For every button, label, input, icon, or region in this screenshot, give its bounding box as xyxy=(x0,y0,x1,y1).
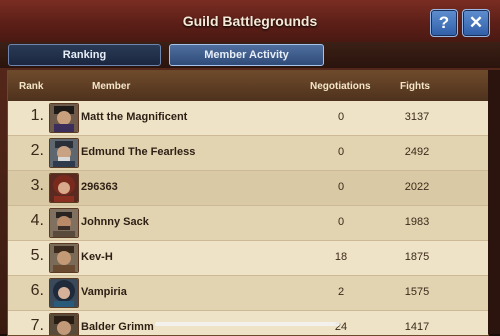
avatar xyxy=(49,173,79,203)
avatar xyxy=(49,138,79,168)
member-name: Edmund The Fearless xyxy=(81,146,196,158)
dialog-title: Guild Battlegrounds xyxy=(182,13,318,29)
fights-value: 3137 xyxy=(404,111,430,123)
tab-bar: Ranking Member Activity xyxy=(0,42,500,68)
negotiations-value: 0 xyxy=(337,216,345,228)
member-name: Vampiria xyxy=(81,286,127,298)
avatar xyxy=(49,313,79,335)
negotiations-value: 0 xyxy=(337,146,345,158)
fights-value: 1875 xyxy=(404,251,430,263)
avatar xyxy=(49,208,79,238)
table-row[interactable]: 4. Johnny Sack 0 1983 xyxy=(8,206,488,241)
rank-number: 5. xyxy=(30,247,44,264)
fights-value: 2022 xyxy=(404,181,430,193)
tab-member-activity[interactable]: Member Activity xyxy=(169,44,324,66)
avatar xyxy=(49,103,79,133)
column-header-rank: Rank xyxy=(19,81,44,92)
fights-value: 1575 xyxy=(404,286,430,298)
table-row[interactable]: 2. Edmund The Fearless 0 2492 xyxy=(8,136,488,171)
member-name: Johnny Sack xyxy=(81,216,149,228)
avatar xyxy=(49,278,79,308)
negotiations-value: 18 xyxy=(334,251,348,263)
rank-number: 7. xyxy=(30,317,44,334)
close-button[interactable]: ✕ xyxy=(462,9,490,37)
help-button[interactable]: ? xyxy=(430,9,458,37)
negotiations-value: 2 xyxy=(337,286,345,298)
column-header-fights: Fights xyxy=(400,81,430,92)
tab-ranking[interactable]: Ranking xyxy=(8,44,161,66)
vertical-scrollbar[interactable] xyxy=(488,70,500,334)
rank-number: 4. xyxy=(30,212,44,229)
fights-value: 1417 xyxy=(404,321,430,333)
member-name: Balder Grimm xyxy=(81,321,154,333)
horizontal-scroll-indicator[interactable] xyxy=(155,322,340,326)
table-row[interactable]: 3. 296363 0 2022 xyxy=(8,171,488,206)
rank-number: 3. xyxy=(30,177,44,194)
table-header: Rank Member Negotiations Fights xyxy=(8,71,488,101)
rank-number: 1. xyxy=(30,107,44,124)
member-table: Rank Member Negotiations Fights 1. Matt … xyxy=(7,70,489,336)
table-row[interactable]: 1. Matt the Magnificent 0 3137 xyxy=(8,101,488,136)
negotiations-value: 0 xyxy=(337,111,345,123)
member-name: Matt the Magnificent xyxy=(81,111,188,123)
avatar xyxy=(49,243,79,273)
rank-number: 6. xyxy=(30,282,44,299)
dialog-header: Guild Battlegrounds ? ✕ xyxy=(0,0,500,44)
column-header-member: Member xyxy=(92,81,131,92)
column-header-negotiations: Negotiations xyxy=(310,81,371,92)
fights-value: 2492 xyxy=(404,146,430,158)
rank-number: 2. xyxy=(30,142,44,159)
member-name: 296363 xyxy=(81,181,118,193)
fights-value: 1983 xyxy=(404,216,430,228)
member-name: Kev-H xyxy=(81,251,113,263)
negotiations-value: 0 xyxy=(337,181,345,193)
table-row[interactable]: 6. Vampiria 2 1575 xyxy=(8,276,488,311)
table-row[interactable]: 5. Kev-H 18 1875 xyxy=(8,241,488,276)
